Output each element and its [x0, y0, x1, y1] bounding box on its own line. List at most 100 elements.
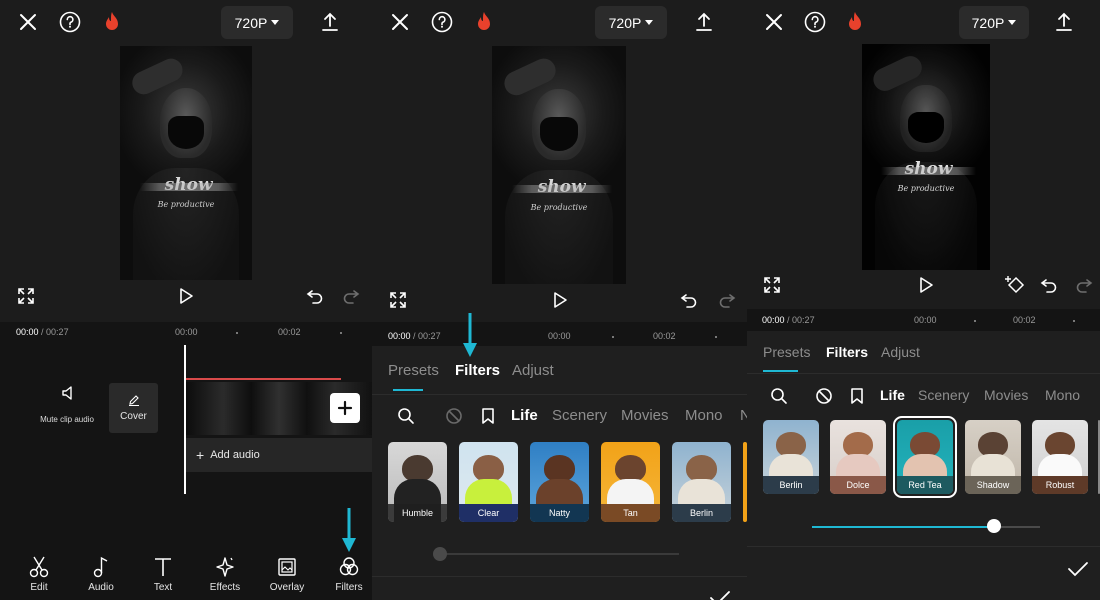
filter-thumb-natty[interactable]: Natty — [530, 442, 589, 522]
divider — [747, 546, 1100, 547]
tab-filters[interactable]: Filters — [455, 362, 500, 379]
music-note-icon — [75, 554, 127, 580]
ruler-tick: 00:02 — [653, 331, 676, 341]
ruler-tick: 00:02 — [278, 327, 301, 337]
filters-circles-icon — [323, 554, 372, 580]
help-icon[interactable] — [430, 10, 454, 34]
fullscreen-icon[interactable] — [14, 284, 38, 308]
close-icon[interactable] — [16, 10, 40, 34]
intensity-slider-knob[interactable] — [433, 547, 447, 561]
filter-thumb-tan[interactable]: Tan — [601, 442, 660, 522]
toolbar-text-label: Text — [153, 582, 173, 593]
add-clip-button[interactable] — [330, 393, 360, 423]
filter-thumb-clear[interactable]: Clear — [459, 442, 518, 522]
filter-name: Shadow — [965, 476, 1021, 494]
no-filter-icon[interactable] — [442, 404, 466, 428]
toolbar-filters[interactable]: Filters — [323, 554, 372, 593]
tab-adjust[interactable]: Adjust — [881, 344, 920, 360]
category-mono[interactable]: Mono — [1045, 387, 1080, 403]
redo-icon[interactable] — [339, 284, 363, 308]
search-icon[interactable] — [394, 404, 418, 428]
video-preview[interactable]: show Be productive — [120, 46, 252, 280]
filter-thumb-berlin[interactable]: Berlin — [763, 420, 819, 494]
bookmark-icon[interactable] — [845, 384, 869, 408]
filter-thumb-humble[interactable]: Humble — [388, 442, 447, 522]
category-life[interactable]: Life — [880, 387, 905, 403]
fullscreen-icon[interactable] — [386, 288, 410, 312]
video-preview[interactable]: show Be productive — [492, 46, 626, 284]
overlay-title: show — [139, 175, 238, 195]
bookmark-icon[interactable] — [476, 404, 500, 428]
overlay-subtitle: Be productive — [530, 203, 588, 213]
category-movies[interactable]: Movies — [621, 407, 669, 424]
tab-presets[interactable]: Presets — [763, 344, 810, 360]
filter-thumb-red-tea[interactable]: Red Tea — [893, 416, 957, 498]
no-filter-icon[interactable] — [812, 384, 836, 408]
total-time: / 00:27 — [41, 327, 69, 337]
filter-thumb-dolce[interactable]: Dolce — [830, 420, 886, 494]
help-icon[interactable] — [803, 10, 827, 34]
export-upload-icon[interactable] — [318, 10, 342, 34]
fire-icon[interactable] — [843, 10, 867, 34]
redo-icon[interactable] — [715, 288, 739, 312]
search-icon[interactable] — [767, 384, 791, 408]
filter-thumb-berlin[interactable]: Berlin — [672, 442, 731, 522]
category-scenery[interactable]: Scenery — [552, 407, 607, 424]
toolbar-audio[interactable]: Audio — [75, 554, 127, 593]
category-life[interactable]: Life — [511, 407, 538, 424]
toolbar-edit-label: Edit — [30, 582, 48, 593]
editor-panel-timeline: 720P show Be productive 00:00 / 00:27 00… — [0, 0, 372, 600]
total-time: / 00:27 — [787, 315, 815, 325]
filter-name: Berlin — [672, 504, 731, 522]
redo-icon[interactable] — [1072, 273, 1096, 297]
edit-pencil-icon — [128, 395, 139, 407]
resolution-label: 720P — [234, 14, 268, 31]
mute-clip-audio-button[interactable]: Mute clip audio — [40, 384, 100, 424]
confirm-check-icon[interactable] — [708, 586, 732, 600]
resolution-button[interactable]: 720P — [959, 6, 1029, 39]
play-icon[interactable] — [914, 273, 938, 297]
undo-icon[interactable] — [303, 284, 327, 308]
overlay-subtitle: Be productive — [897, 184, 955, 194]
filter-thumb-robust[interactable]: Robust — [1032, 420, 1088, 494]
close-icon[interactable] — [388, 10, 412, 34]
fire-icon[interactable] — [472, 10, 496, 34]
category-next[interactable]: N — [740, 407, 747, 424]
resolution-button[interactable]: 720P — [595, 6, 667, 39]
fullscreen-icon[interactable] — [760, 273, 784, 297]
confirm-check-icon[interactable] — [1066, 557, 1090, 581]
add-audio-button[interactable]: + Add audio — [186, 438, 372, 472]
category-scenery[interactable]: Scenery — [918, 387, 969, 403]
category-movies[interactable]: Movies — [984, 387, 1028, 403]
close-icon[interactable] — [762, 10, 786, 34]
cover-button[interactable]: Cover — [109, 383, 158, 433]
filter-thumb-shadow[interactable]: Shadow — [965, 420, 1021, 494]
undo-icon[interactable] — [1037, 273, 1061, 297]
fire-icon[interactable] — [100, 10, 124, 34]
ruler-tick: 00:00 — [914, 315, 937, 325]
undo-icon[interactable] — [677, 288, 701, 312]
video-preview[interactable]: show Be productive — [862, 44, 990, 270]
toolbar-edit[interactable]: Edit — [13, 554, 65, 593]
intensity-slider-track[interactable] — [440, 553, 679, 555]
export-upload-icon[interactable] — [1052, 10, 1076, 34]
toolbar-effects-label: Effects — [209, 582, 241, 593]
toolbar-effects[interactable]: Effects — [199, 554, 251, 593]
keyframe-add-icon[interactable] — [1003, 273, 1027, 297]
add-audio-label: Add audio — [210, 449, 260, 461]
toolbar-overlay[interactable]: Overlay — [261, 554, 313, 593]
category-mono[interactable]: Mono — [685, 407, 723, 424]
filter-name: Berlin — [763, 476, 819, 494]
play-icon[interactable] — [548, 288, 572, 312]
toolbar-text[interactable]: Text — [137, 554, 189, 593]
toolbar-audio-label: Audio — [88, 582, 114, 593]
tab-presets[interactable]: Presets — [388, 362, 439, 379]
help-icon[interactable] — [58, 10, 82, 34]
filter-name: Clear — [459, 504, 518, 522]
tab-adjust[interactable]: Adjust — [512, 362, 554, 379]
tab-filters[interactable]: Filters — [826, 344, 868, 360]
play-icon[interactable] — [174, 284, 198, 308]
resolution-button[interactable]: 720P — [221, 6, 293, 39]
export-upload-icon[interactable] — [692, 10, 716, 34]
playhead[interactable] — [184, 345, 186, 494]
